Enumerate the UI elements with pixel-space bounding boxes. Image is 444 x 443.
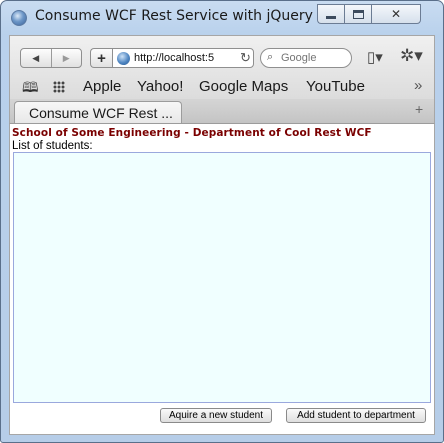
back-icon: ◀	[32, 52, 40, 63]
tab-consume-wcf[interactable]: Consume WCF Rest ...	[14, 101, 182, 123]
forward-icon: ▶	[62, 52, 70, 63]
browser-window: Consume WCF Rest Service with jQuery ✕ ◀…	[0, 0, 444, 443]
browser-app-icon	[11, 10, 27, 26]
bookmark-google-maps[interactable]: Google Maps	[199, 78, 288, 95]
minimize-icon	[326, 15, 336, 19]
bookmark-yahoo[interactable]: Yahoo!	[137, 78, 183, 95]
search-input[interactable]	[281, 51, 347, 65]
page-title: School of Some Engineering - Department …	[12, 127, 372, 139]
maximize-icon	[352, 9, 364, 19]
url-text[interactable]: http://localhost:5	[134, 52, 234, 64]
page-content: School of Some Engineering - Department …	[9, 123, 435, 435]
add-student-button[interactable]: Add student to department	[286, 408, 426, 423]
plus-icon: +	[97, 49, 106, 67]
close-button[interactable]: ✕	[371, 4, 421, 24]
forward-button[interactable]: ▶	[50, 49, 82, 67]
reload-icon[interactable]: ↻	[240, 50, 251, 66]
add-bookmark-button[interactable]: +	[90, 48, 112, 68]
maximize-button[interactable]	[344, 4, 371, 24]
bookmarks-bar: 🕮 Apple Yahoo! Google Maps YouTube »	[10, 76, 434, 98]
browser-toolbar: ◀ ▶ + http://localhost:5 ↻ ⌕ ▯▾ ✲▾ 🕮 App…	[9, 35, 435, 99]
bookmark-youtube[interactable]: YouTube	[306, 78, 365, 95]
top-sites-grid-icon[interactable]	[53, 81, 65, 93]
globe-icon	[117, 52, 130, 65]
bookmarks-overflow-icon[interactable]: »	[414, 77, 422, 94]
students-list-label: List of students:	[12, 140, 93, 152]
search-box[interactable]: ⌕	[260, 48, 352, 68]
reading-list-icon[interactable]: 🕮	[22, 77, 39, 101]
title-bar[interactable]: Consume WCF Rest Service with jQuery ✕	[1, 1, 443, 35]
close-icon: ✕	[390, 7, 402, 21]
tab-bar: Consume WCF Rest ... +	[9, 99, 435, 123]
bookmark-apple[interactable]: Apple	[83, 78, 121, 95]
students-list-area[interactable]	[13, 152, 431, 403]
page-menu-icon[interactable]: ▯▾	[367, 48, 383, 66]
tab-label: Consume WCF Rest ...	[29, 105, 173, 121]
minimize-button[interactable]	[317, 4, 344, 24]
window-title: Consume WCF Rest Service with jQuery	[35, 8, 313, 24]
search-icon: ⌕	[267, 51, 274, 63]
address-bar[interactable]: http://localhost:5 ↻	[112, 48, 254, 68]
gear-icon[interactable]: ✲▾	[400, 46, 423, 66]
back-button[interactable]: ◀	[21, 49, 51, 67]
acquire-student-button[interactable]: Aquire a new student	[160, 408, 272, 423]
new-tab-icon[interactable]: +	[415, 101, 423, 117]
nav-buttons: ◀ ▶	[20, 48, 82, 68]
